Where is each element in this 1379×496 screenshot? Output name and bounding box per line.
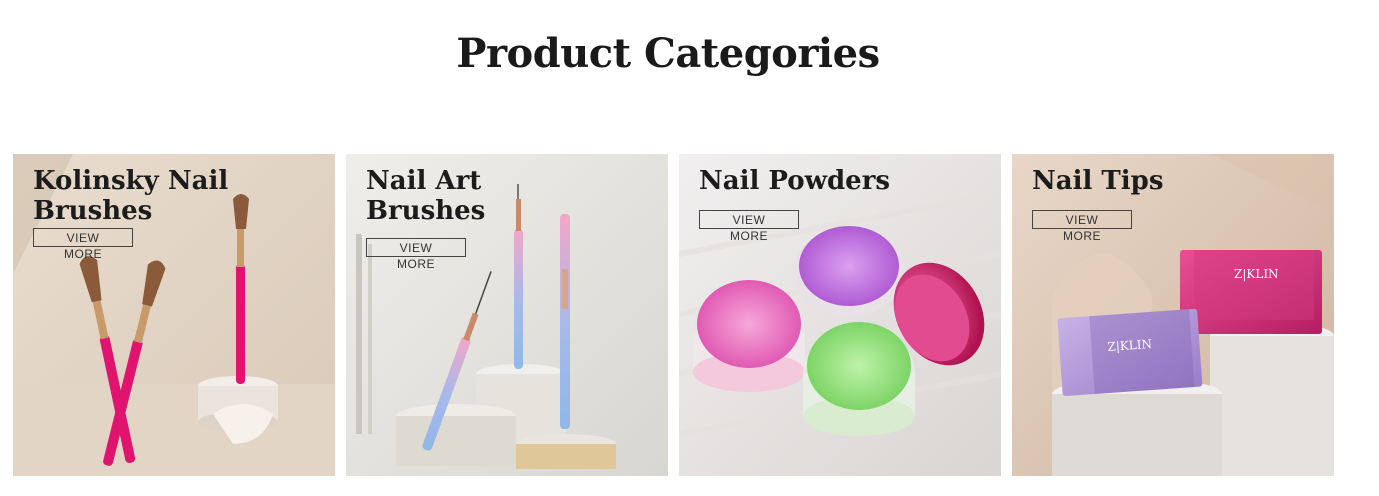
section-title: Product Categories [456, 30, 880, 77]
category-grid: Kolinsky Nail Brushes VIEW MORE Nail Art… [0, 154, 1379, 476]
nail-tips-image: Z|KLIN Z|KLIN [1012, 154, 1334, 476]
category-title: Nail Tips [1032, 166, 1164, 196]
category-card-nail-art-brushes[interactable]: Nail Art Brushes VIEW MORE [346, 154, 668, 476]
category-title: Kolinsky Nail Brushes [33, 166, 229, 226]
category-title: Nail Powders [699, 166, 891, 196]
view-more-button[interactable]: VIEW MORE [699, 210, 799, 243]
category-card-nail-powders[interactable]: Nail Powders VIEW MORE [679, 154, 1001, 476]
view-more-button[interactable]: VIEW MORE [366, 238, 466, 271]
category-card-nail-tips[interactable]: Z|KLIN Z|KLIN Nail Tips VIEW MORE [1012, 154, 1334, 476]
nail-powders-image [679, 154, 1001, 476]
category-card-kolinsky-brushes[interactable]: Kolinsky Nail Brushes VIEW MORE [13, 154, 335, 476]
category-title: Nail Art Brushes [366, 166, 486, 226]
view-more-button[interactable]: VIEW MORE [33, 228, 133, 261]
svg-text:Z|KLIN: Z|KLIN [1234, 267, 1279, 281]
view-more-button[interactable]: VIEW MORE [1032, 210, 1132, 243]
